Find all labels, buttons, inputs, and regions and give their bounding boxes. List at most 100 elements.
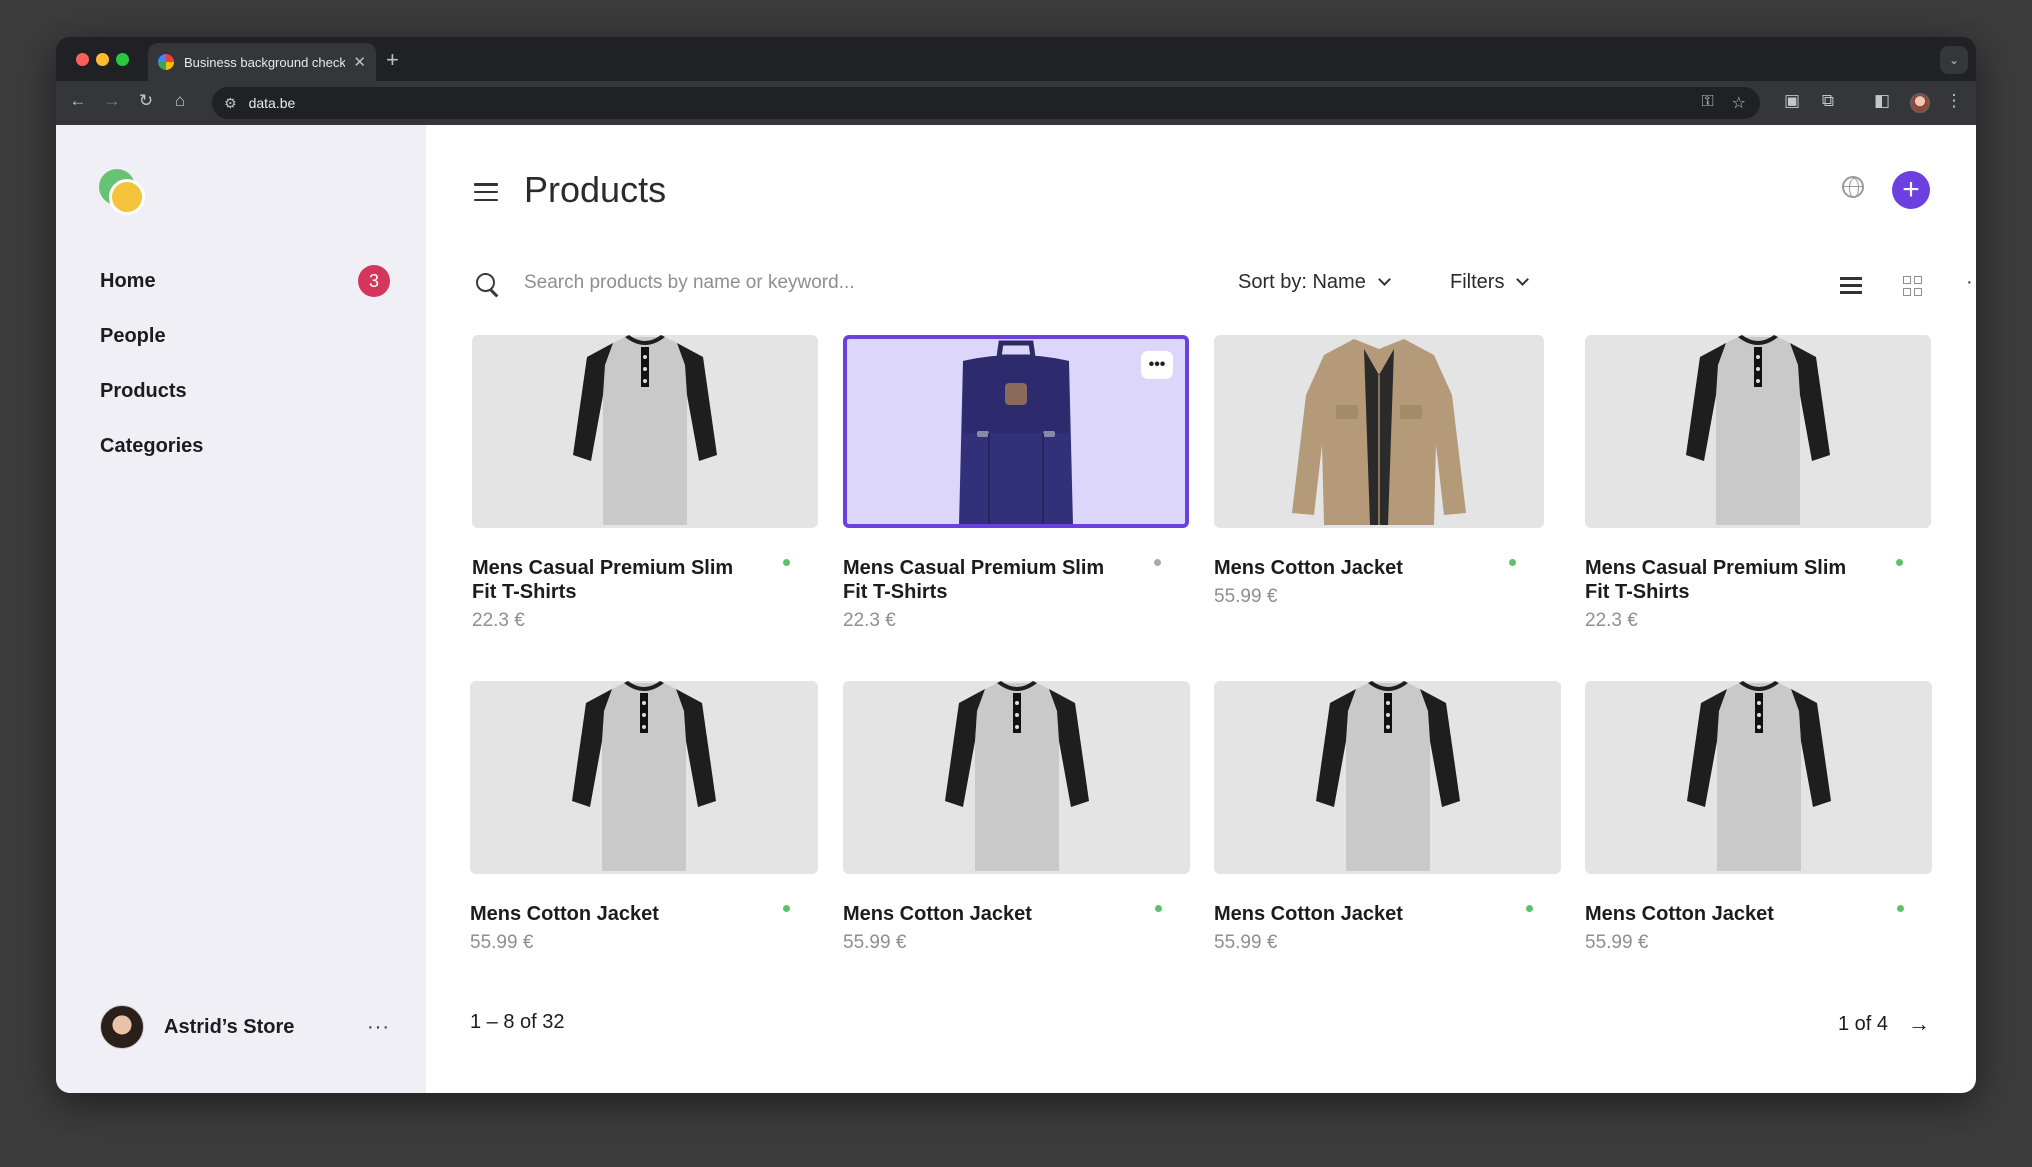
reload-icon[interactable]: ↻	[134, 91, 158, 111]
product-price: 55.99 €	[843, 932, 907, 953]
product-price: 55.99 €	[470, 932, 534, 953]
sidebar-item-products[interactable]: Products	[100, 371, 390, 411]
product-image[interactable]	[1585, 335, 1931, 528]
new-tab-button[interactable]: +	[386, 47, 399, 73]
tshirt-icon	[572, 681, 716, 871]
grid-view-icon[interactable]	[1903, 276, 1923, 296]
status-dot	[783, 905, 790, 912]
sidebar: Home 3 People Products Categories Astrid…	[56, 125, 426, 1093]
product-name: Mens Casual Premium Slim Fit T-Shirts	[843, 557, 1105, 603]
maximize-window-button[interactable]	[116, 53, 129, 66]
tab-search-button[interactable]: ⌄	[1940, 46, 1968, 74]
password-key-icon[interactable]: ⚿	[1701, 93, 1713, 113]
product-image[interactable]	[843, 681, 1190, 874]
product-price: 55.99 €	[1585, 932, 1649, 953]
product-card[interactable]: Mens Casual Premium Slim Fit T-Shirts 22.…	[472, 335, 818, 632]
chevron-down-icon	[1516, 273, 1530, 286]
jacket-icon	[1292, 339, 1466, 525]
more-options-icon[interactable]: ···	[367, 1016, 390, 1039]
url-text: data.be	[248, 95, 296, 111]
home-icon[interactable]: ⌂	[168, 91, 192, 111]
favicon-icon	[158, 54, 174, 70]
address-bar[interactable]: ⚙ data.be ⚿ ☆	[212, 87, 1760, 119]
product-image[interactable]	[1214, 335, 1544, 528]
product-name: Mens Cotton Jacket	[843, 903, 1032, 925]
product-image[interactable]	[472, 335, 818, 528]
browser-toolbar: ← → ↻ ⌂ ⚙ data.be ⚿ ☆ ▣ ⧉ ◧ ⋮	[56, 81, 1976, 125]
cast-icon[interactable]: ▣	[1780, 91, 1804, 111]
list-view-icon[interactable]	[1840, 277, 1862, 295]
forward-icon[interactable]: →	[100, 91, 124, 111]
close-tab-icon[interactable]: ✕	[353, 53, 366, 71]
app: Home 3 People Products Categories Astrid…	[56, 125, 1976, 1093]
chevron-down-icon	[1377, 273, 1391, 286]
site-info-icon[interactable]: ⚙	[224, 95, 237, 112]
sidebar-item-categories[interactable]: Categories	[100, 426, 390, 466]
menu-icon[interactable]	[474, 183, 498, 201]
next-page-icon[interactable]: →	[1908, 1011, 1930, 1037]
app-logo	[99, 169, 147, 217]
main-content: Products + Sort by: Name Filters ··· Men…	[426, 125, 1976, 1093]
status-dot	[783, 559, 790, 566]
sidebar-item-label: Categories	[100, 434, 204, 457]
bookmark-star-icon[interactable]: ☆	[1732, 93, 1746, 113]
store-name: Astrid’s Store	[164, 1015, 295, 1038]
product-card[interactable]: Mens Cotton Jacket 55.99 €	[470, 681, 818, 954]
status-dot	[1897, 905, 1904, 912]
status-dot	[1509, 559, 1516, 566]
store-switcher[interactable]: Astrid’s Store ···	[100, 1003, 390, 1051]
product-card[interactable]: Mens Cotton Jacket 55.99 €	[1585, 681, 1932, 954]
product-card[interactable]: Mens Cotton Jacket 55.99 €	[1214, 335, 1544, 608]
minimize-window-button[interactable]	[96, 53, 109, 66]
sidebar-item-label: Home	[100, 269, 156, 292]
sidebar-item-label: People	[100, 324, 166, 347]
product-image[interactable]	[470, 681, 818, 874]
tshirt-icon	[1315, 681, 1460, 871]
tshirt-icon	[1686, 681, 1831, 871]
extensions-icon[interactable]: ⧉	[1816, 91, 1840, 111]
close-window-button[interactable]	[76, 53, 89, 66]
sidebar-item-people[interactable]: People	[100, 316, 390, 356]
more-options-icon[interactable]: ···	[1966, 271, 1976, 294]
product-name: Mens Cotton Jacket	[1214, 903, 1403, 925]
page-title: Products	[524, 169, 667, 210]
product-image[interactable]	[1585, 681, 1932, 874]
sidebar-item-home[interactable]: Home 3	[100, 261, 390, 301]
tab-strip: Business background checks ✕ + ⌄	[56, 37, 1976, 81]
back-icon[interactable]: ←	[66, 91, 90, 111]
product-card[interactable]: ••• Mens Casual Premium Slim Fit T-Shirts…	[843, 335, 1189, 632]
product-image[interactable]	[1214, 681, 1561, 874]
globe-icon[interactable]	[1842, 176, 1864, 198]
notification-badge: 3	[358, 265, 390, 297]
browser-menu-icon[interactable]: ⋮	[1942, 91, 1966, 111]
backpack-icon	[959, 340, 1073, 524]
status-dot	[1155, 905, 1162, 912]
card-more-options-button[interactable]: •••	[1141, 351, 1173, 379]
profile-avatar[interactable]	[1910, 93, 1930, 113]
avatar	[100, 1005, 144, 1049]
product-price: 55.99 €	[1214, 586, 1278, 607]
sort-dropdown[interactable]: Sort by: Name	[1238, 271, 1391, 294]
product-price: 55.99 €	[1214, 932, 1278, 953]
product-price: 22.3 €	[843, 610, 896, 631]
status-dot	[1154, 559, 1161, 566]
tshirt-icon	[573, 335, 717, 525]
product-card[interactable]: Mens Casual Premium Slim Fit T-Shirts 22.…	[1585, 335, 1931, 632]
filters-dropdown[interactable]: Filters	[1450, 271, 1530, 294]
browser-tab[interactable]: Business background checks ✕	[148, 43, 376, 81]
product-card[interactable]: Mens Cotton Jacket 55.99 €	[1214, 681, 1561, 954]
status-dot	[1896, 559, 1903, 566]
sidebar-item-label: Products	[100, 379, 187, 402]
pagination: 1 of 4 →	[1838, 1011, 1930, 1037]
search-icon	[476, 273, 502, 299]
product-image[interactable]: •••	[843, 335, 1189, 528]
side-panel-icon[interactable]: ◧	[1870, 91, 1894, 111]
pagination-range: 1 – 8 of 32	[470, 1011, 565, 1033]
product-name: Mens Casual Premium Slim Fit T-Shirts	[1585, 557, 1847, 603]
search-input[interactable]	[524, 265, 1084, 301]
tshirt-icon	[1686, 335, 1830, 525]
product-card[interactable]: Mens Cotton Jacket 55.99 €	[843, 681, 1190, 954]
sort-label: Sort by: Name	[1238, 271, 1366, 293]
add-product-button[interactable]: +	[1892, 171, 1930, 209]
tshirt-icon	[944, 681, 1089, 871]
